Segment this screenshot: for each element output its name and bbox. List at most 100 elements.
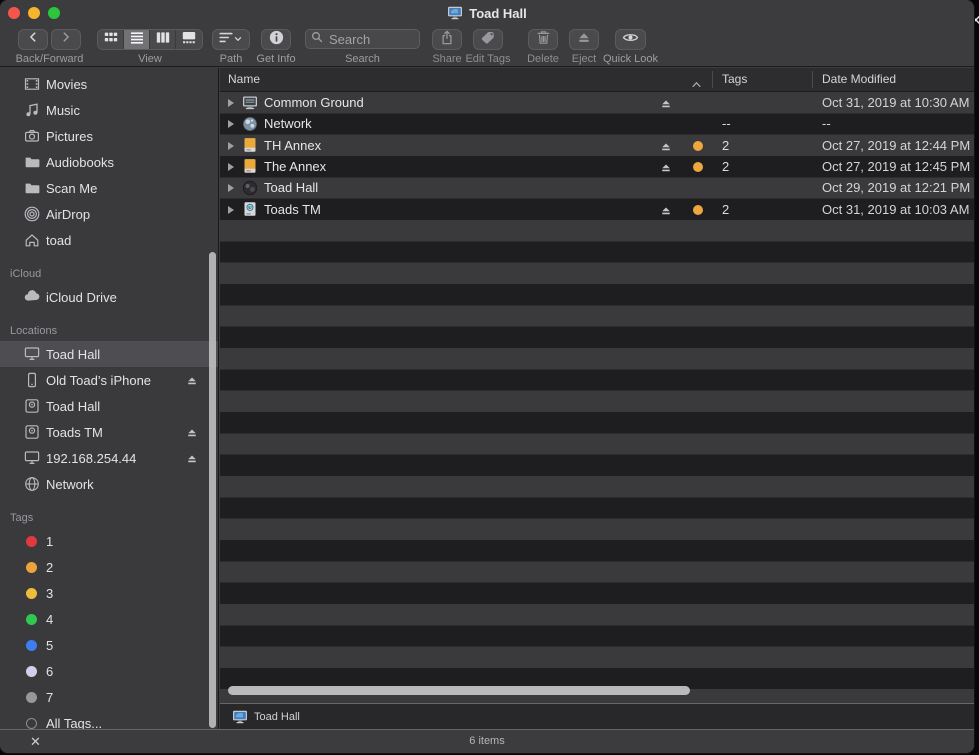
sidebar-item-1[interactable]: 1	[0, 528, 218, 554]
sidebar-item-2[interactable]: 2	[0, 554, 218, 580]
eject-icon[interactable]	[186, 374, 198, 386]
eject-icon[interactable]	[660, 161, 672, 173]
sidebar-scrollbar[interactable]	[209, 252, 216, 728]
column-header-name[interactable]: Name	[228, 68, 260, 91]
search-input[interactable]	[327, 30, 414, 48]
sidebar-item-network[interactable]: Network	[0, 471, 218, 497]
column-header-date-modified[interactable]: Date Modified	[822, 68, 896, 91]
column-header-tags[interactable]: Tags	[722, 68, 747, 91]
share-button[interactable]	[432, 29, 462, 50]
tag-color-dot-icon	[26, 665, 37, 677]
sidebar-item-airdrop[interactable]: AirDrop	[0, 201, 218, 227]
sidebar-section-header: Locations	[10, 325, 58, 337]
file-date-modified: Oct 29, 2019 at 12:21 PM	[822, 180, 971, 196]
disclosure-triangle-icon[interactable]	[228, 184, 234, 193]
quick-look-button[interactable]	[615, 29, 646, 50]
sidebar-item-label: Movies	[46, 76, 88, 92]
proxy-display-icon[interactable]	[447, 5, 463, 21]
disclosure-triangle-icon[interactable]	[228, 141, 234, 150]
sidebar-item-all-tags-[interactable]: All Tags...	[0, 710, 218, 730]
sidebar-item-label: 6	[46, 663, 54, 679]
sidebar-section-header: iCloud	[10, 268, 42, 280]
search-icon	[311, 30, 323, 48]
sidebar-item-music[interactable]: Music	[0, 97, 218, 123]
eject-icon[interactable]	[186, 426, 198, 438]
sidebar-item-192-168-254-44[interactable]: 192.168.254.44	[0, 445, 218, 471]
eject-icon[interactable]	[660, 204, 672, 216]
delete-button[interactable]	[528, 29, 558, 50]
sidebar-item-icloud-drive[interactable]: iCloud Drive	[0, 284, 218, 310]
toolbar-label: Eject	[571, 53, 597, 65]
path-item-label[interactable]: Toad Hall	[254, 711, 300, 723]
eject-icon[interactable]	[660, 140, 672, 152]
view-as-columns[interactable]	[150, 30, 176, 49]
sidebar-item-label: iCloud Drive	[46, 289, 117, 305]
view-as-list[interactable]	[124, 30, 150, 49]
file-row-toad-hall[interactable]: Toad Hall Oct 29, 2019 at 12:21 PM	[220, 177, 974, 198]
list-header: Name Tags Date Modified	[220, 68, 974, 92]
yellow-drive-icon	[242, 158, 258, 174]
chevron-right-icon	[60, 30, 72, 49]
toolbar-label: Back/Forward	[15, 53, 84, 65]
tag-icon	[480, 30, 496, 49]
sidebar-item-toad[interactable]: toad	[0, 227, 218, 253]
path-menu-icon	[219, 31, 233, 49]
sidebar-item-label: 3	[46, 585, 54, 601]
forward-button[interactable]	[51, 29, 81, 50]
path-button[interactable]	[212, 29, 250, 50]
sidebar-item-6[interactable]: 6	[0, 658, 218, 684]
sidebar-item-label: Network	[46, 476, 94, 492]
sidebar-item-label: All Tags...	[46, 715, 103, 731]
edit-tags-button[interactable]	[473, 29, 503, 50]
file-row-the-annex[interactable]: The Annex 2 Oct 27, 2019 at 12:45 PM	[220, 156, 974, 177]
tag-color-dot-icon	[693, 161, 703, 172]
sidebar-item-label: Music	[46, 102, 80, 118]
view-as-gallery[interactable]	[176, 30, 202, 49]
eject-button[interactable]	[569, 29, 599, 50]
file-tags: 2	[722, 158, 730, 174]
back-button[interactable]	[18, 29, 48, 50]
sidebar: Movies Music Pictures Audiobooks Scan Me AirD…	[0, 68, 219, 730]
column-divider[interactable]	[712, 71, 713, 88]
file-name: Toads TM	[264, 201, 321, 217]
chevron-down-icon	[233, 31, 243, 49]
disclosure-triangle-icon[interactable]	[228, 99, 234, 107]
file-row-th-annex[interactable]: TH Annex 2 Oct 27, 2019 at 12:44 PM	[220, 135, 974, 156]
search-field[interactable]	[305, 29, 420, 49]
eject-icon[interactable]	[660, 97, 672, 109]
get-info-button[interactable]	[261, 29, 291, 50]
sidebar-item-toads-tm[interactable]: Toads TM	[0, 419, 218, 445]
file-row-common-ground[interactable]: Common Ground Oct 31, 2019 at 10:30 AM	[220, 92, 974, 113]
view-segmented-control	[97, 29, 203, 50]
horizontal-scrollbar[interactable]	[228, 686, 690, 695]
sidebar-item-scan-me[interactable]: Scan Me	[0, 175, 218, 201]
file-row-network[interactable]: Network -- --	[220, 113, 974, 134]
file-row-toads-tm[interactable]: Toads TM 2 Oct 31, 2019 at 10:03 AM	[220, 199, 974, 220]
sidebar-item-pictures[interactable]: Pictures	[0, 123, 218, 149]
sidebar-item-7[interactable]: 7	[0, 684, 218, 710]
disclosure-triangle-icon[interactable]	[228, 162, 234, 171]
sidebar-item-old-toad-s-iphone[interactable]: Old Toad’s iPhone	[0, 367, 218, 393]
sidebar-item-3[interactable]: 3	[0, 580, 218, 606]
tag-color-dot-icon	[26, 639, 37, 651]
cloud-icon	[24, 289, 40, 305]
sidebar-item-label: Toad Hall	[46, 398, 101, 414]
share-icon	[440, 30, 454, 50]
sidebar-item-label: Audiobooks	[46, 154, 114, 170]
eject-icon[interactable]	[186, 452, 198, 464]
column-divider[interactable]	[812, 71, 813, 88]
disclosure-triangle-icon[interactable]	[228, 120, 234, 129]
path-bar: Toad Hall	[220, 703, 974, 730]
sidebar-item-toad-hall[interactable]: Toad Hall	[0, 393, 218, 419]
titlebar[interactable]: Toad Hall	[0, 0, 974, 26]
view-as-icons[interactable]	[98, 30, 124, 49]
view-columns-icon	[156, 31, 170, 49]
sidebar-item-toad-hall[interactable]: Toad Hall	[0, 341, 218, 367]
sidebar-item-label: 1	[46, 533, 54, 549]
sidebar-item-audiobooks[interactable]: Audiobooks	[0, 149, 218, 175]
sidebar-item-4[interactable]: 4	[0, 606, 218, 632]
sidebar-item-movies[interactable]: Movies	[0, 71, 218, 97]
disclosure-triangle-icon[interactable]	[228, 205, 234, 214]
sidebar-item-label: Old Toad’s iPhone	[46, 372, 152, 388]
sidebar-item-5[interactable]: 5	[0, 632, 218, 658]
